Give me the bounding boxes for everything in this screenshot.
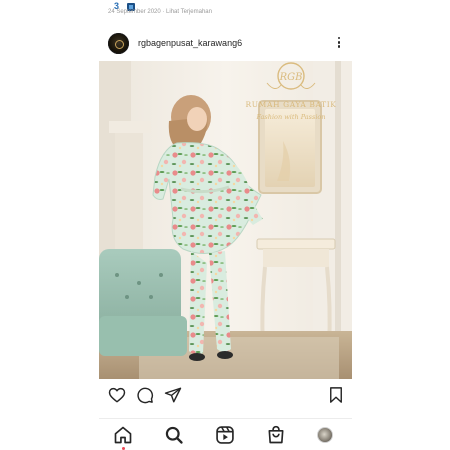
avatar[interactable] — [108, 33, 129, 54]
more-dot-icon — [337, 45, 341, 48]
post-header: rgbagenpusat_karawang6 — [108, 32, 348, 56]
reels-icon — [216, 426, 234, 444]
profile-avatar — [317, 427, 333, 443]
brand-monogram: RGB — [279, 72, 303, 83]
home-icon — [114, 426, 132, 444]
bottom-nav — [99, 422, 352, 450]
post-action-bar — [108, 386, 348, 404]
heart-icon — [108, 387, 126, 403]
like-button[interactable] — [108, 386, 126, 404]
save-button[interactable] — [327, 386, 345, 404]
post-date-text: 24 September 2020 · Lihat Terjemahan — [108, 9, 212, 15]
nav-divider — [99, 418, 352, 419]
comment-button[interactable] — [136, 386, 154, 404]
nav-profile[interactable] — [315, 425, 335, 445]
more-dot-icon — [337, 37, 341, 40]
nav-reels[interactable] — [215, 425, 235, 445]
brand-tagline: Fashion with Passion — [255, 113, 325, 121]
share-button[interactable] — [164, 386, 182, 404]
search-icon — [165, 426, 183, 444]
brand-name: RUMAH GAYA BATIK — [246, 100, 337, 109]
comment-icon — [137, 387, 154, 404]
nav-home[interactable] — [113, 425, 133, 450]
photo-scene: RGB RUMAH GAYA BATIK Fashion with Passio… — [99, 61, 352, 379]
more-dot-icon — [337, 41, 341, 44]
shop-icon — [268, 425, 284, 444]
bookmark-icon — [330, 387, 342, 403]
more-options-button[interactable] — [336, 37, 342, 51]
status-strip: 3 24 September 2020 · Lihat Terjemahan — [108, 0, 348, 20]
username[interactable]: rgbagenpusat_karawang6 — [138, 38, 242, 48]
post-photo[interactable]: RGB RUMAH GAYA BATIK Fashion with Passio… — [99, 61, 352, 379]
nav-search[interactable] — [164, 425, 184, 445]
nav-shop[interactable] — [266, 425, 286, 445]
share-icon — [164, 387, 182, 403]
